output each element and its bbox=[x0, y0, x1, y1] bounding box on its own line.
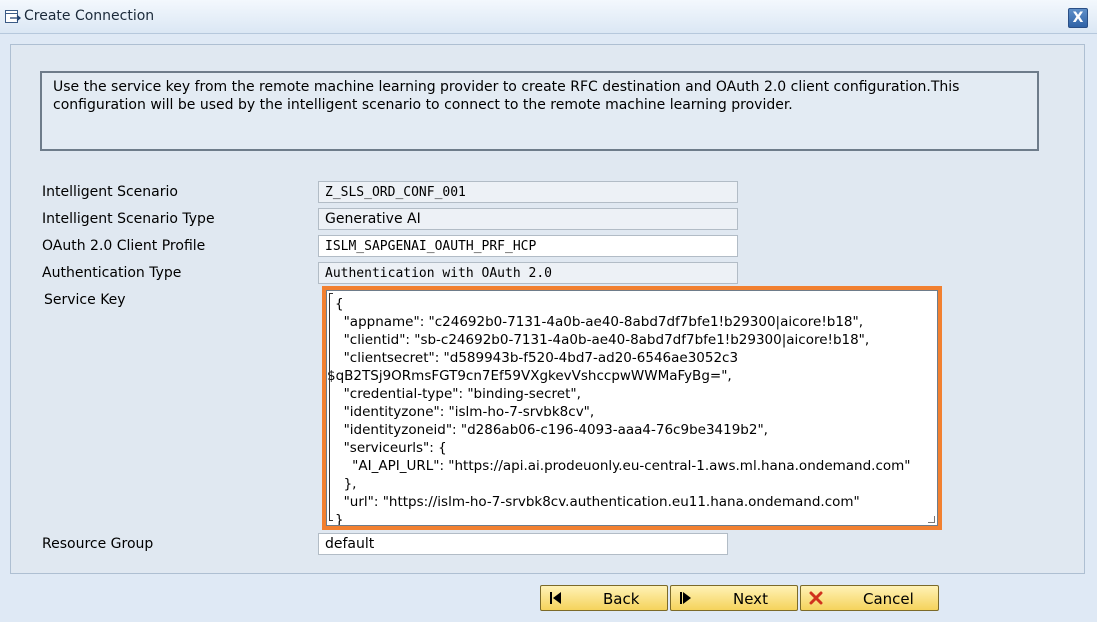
service-key-line: "AI_API_URL": "https://api.ai.prodeuonly… bbox=[335, 458, 911, 474]
arrow-right-icon bbox=[680, 592, 691, 604]
resource-group-field[interactable]: default bbox=[318, 533, 728, 555]
cancel-button-label: Cancel bbox=[863, 590, 914, 608]
back-button-label: Back bbox=[603, 590, 640, 608]
intelligent-scenario-field[interactable]: Z_SLS_ORD_CONF_001 bbox=[318, 181, 738, 203]
service-key-line: } bbox=[335, 512, 344, 526]
description-box: Use the service key from the remote mach… bbox=[40, 71, 1039, 151]
textarea-caret-marker bbox=[329, 293, 333, 521]
service-key-textarea[interactable]: { "appname": "c24692b0-7131-4a0b-ae40-8a… bbox=[326, 290, 938, 526]
service-key-line: { bbox=[335, 296, 344, 312]
window-titlebar: Create Connection X bbox=[0, 0, 1097, 34]
auth-type-label: Authentication Type bbox=[42, 265, 182, 281]
service-key-line: }, bbox=[335, 476, 357, 492]
scenario-type-field[interactable]: Generative AI bbox=[318, 208, 738, 230]
oauth-profile-label: OAuth 2.0 Client Profile bbox=[42, 238, 206, 254]
resize-grip-icon[interactable] bbox=[928, 516, 935, 523]
oauth-profile-field[interactable]: ISLM_SAPGENAI_OAUTH_PRF_HCP bbox=[318, 235, 738, 257]
service-key-line: "serviceurls": { bbox=[335, 440, 447, 456]
service-key-line: "credential-type": "binding-secret", bbox=[335, 386, 581, 402]
cancel-button[interactable]: Cancel bbox=[800, 585, 939, 611]
service-key-line: "clientsecret": "d589943b-f520-4bd7-ad20… bbox=[335, 350, 739, 366]
next-button-label: Next bbox=[733, 590, 768, 608]
service-key-line: "identityzone": "islm-ho-7-srvbk8cv", bbox=[335, 404, 595, 420]
window-icon bbox=[5, 10, 21, 23]
scenario-type-label: Intelligent Scenario Type bbox=[42, 211, 215, 227]
service-key-line: "clientid": "sb-c24692b0-7131-4a0b-ae40-… bbox=[335, 332, 870, 348]
description-text: Use the service key from the remote mach… bbox=[53, 79, 960, 113]
service-key-highlight: { "appname": "c24692b0-7131-4a0b-ae40-8a… bbox=[322, 286, 942, 530]
service-key-line: "url": "https://islm-ho-7-srvbk8cv.authe… bbox=[335, 494, 860, 510]
intelligent-scenario-label: Intelligent Scenario bbox=[42, 184, 178, 200]
next-button[interactable]: Next bbox=[670, 585, 798, 611]
service-key-line: "identityzoneid": "d286ab06-c196-4093-aa… bbox=[335, 422, 768, 438]
service-key-line: "appname": "c24692b0-7131-4a0b-ae40-8abd… bbox=[335, 314, 864, 330]
resource-group-label: Resource Group bbox=[42, 536, 154, 552]
window-title: Create Connection bbox=[24, 8, 155, 24]
close-icon: X bbox=[1072, 10, 1084, 26]
close-button[interactable]: X bbox=[1068, 8, 1088, 28]
auth-type-field[interactable]: Authentication with OAuth 2.0 bbox=[318, 262, 738, 284]
cancel-x-icon bbox=[809, 591, 823, 605]
arrow-left-icon bbox=[550, 592, 561, 604]
service-key-label: Service Key bbox=[44, 292, 126, 308]
service-key-line: $qB2TSj9ORmsFGT9cn7Ef59VXgkevVshccpwWWMa… bbox=[327, 368, 732, 384]
back-button[interactable]: Back bbox=[540, 585, 668, 611]
